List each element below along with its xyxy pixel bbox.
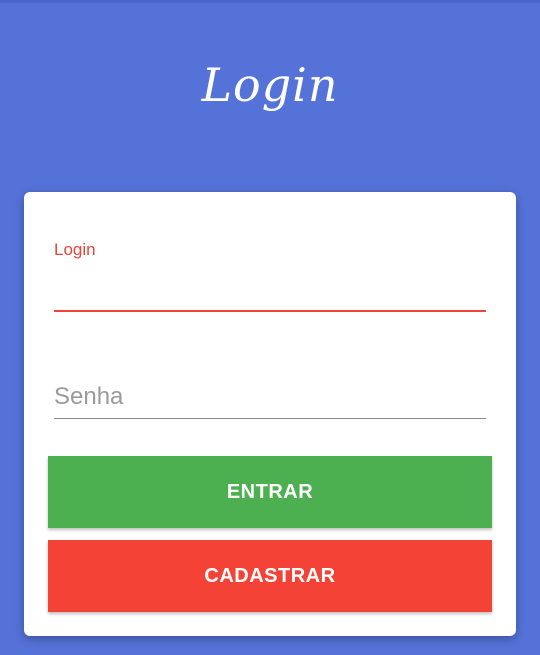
entrar-button[interactable]: ENTRAR (48, 456, 492, 528)
login-input[interactable] (54, 274, 486, 308)
senha-input[interactable] (54, 380, 486, 414)
login-underline (54, 310, 486, 312)
cadastrar-button[interactable]: CADASTRAR (48, 540, 492, 612)
top-edge (0, 0, 540, 3)
senha-underline (54, 418, 486, 419)
login-field-label: Login (54, 240, 96, 259)
page-title: Login (201, 58, 339, 112)
login-card: Login ENTRAR CADASTRAR (24, 192, 516, 636)
